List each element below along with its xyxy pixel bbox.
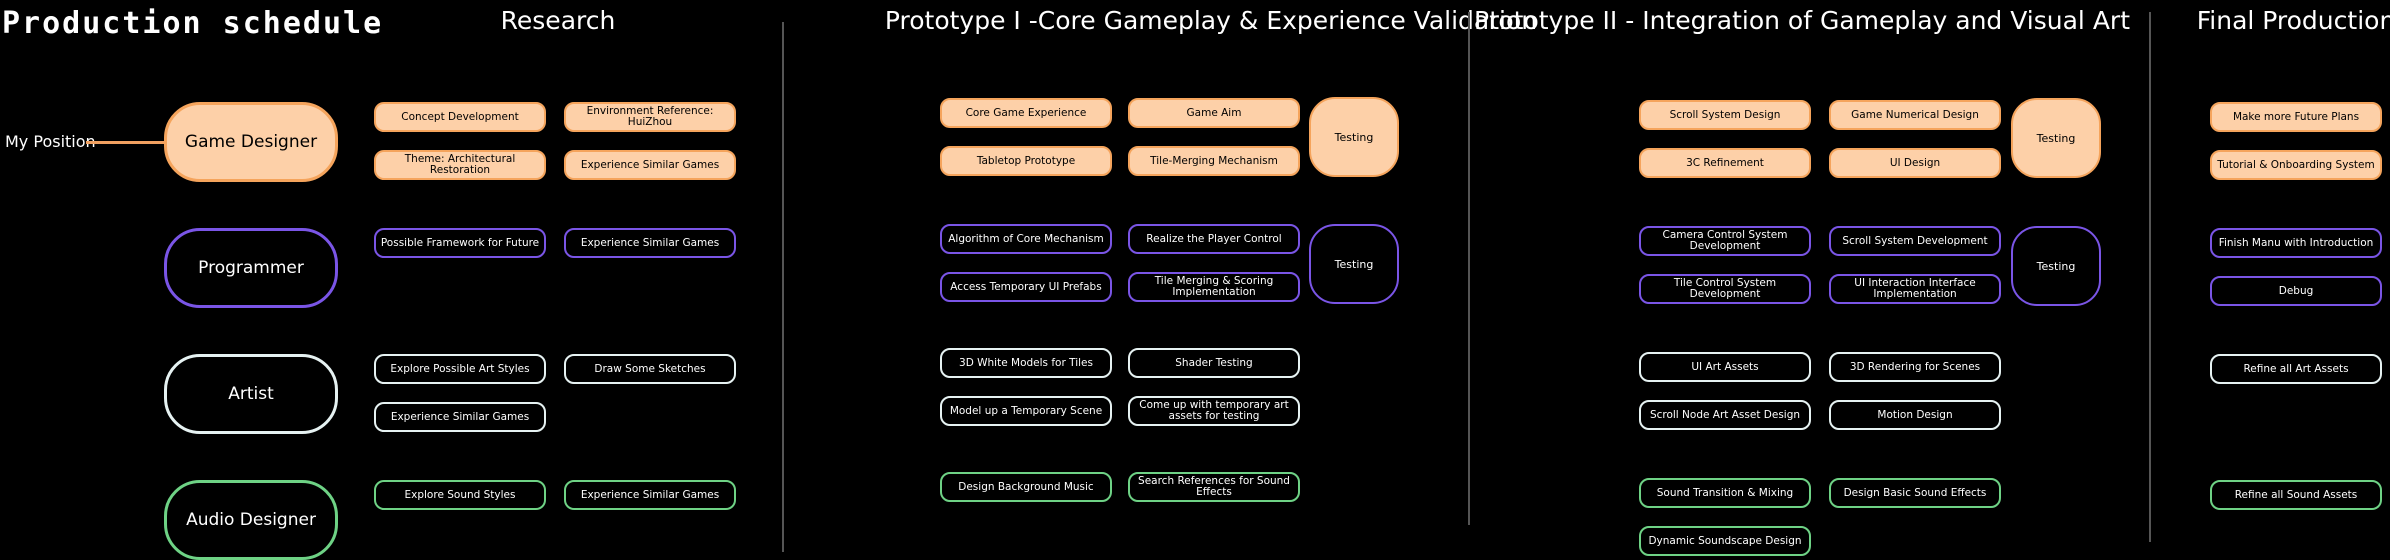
task-ui-art-assets: UI Art Assets — [1639, 352, 1811, 382]
task-tabletop-prototype: Tabletop Prototype — [940, 146, 1112, 176]
task-theme-architectural-restoration: Theme: Architectural Restoration — [374, 150, 546, 180]
task-design-basic-sound-effects: Design Basic Sound Effects — [1829, 478, 2001, 508]
task-experience-similar-games: Experience Similar Games — [564, 228, 736, 258]
task-access-temporary-ui-prefabs: Access Temporary UI Prefabs — [940, 272, 1112, 302]
phase-divider — [1468, 12, 1470, 525]
task-explore-art-styles: Explore Possible Art Styles — [374, 354, 546, 384]
task-ui-interaction-interface: UI Interaction Interface Implementation — [1829, 274, 2001, 304]
task-game-numerical-design: Game Numerical Design — [1829, 100, 2001, 130]
task-scroll-system-design: Scroll System Design — [1639, 100, 1811, 130]
task-camera-control-system: Camera Control System Development — [1639, 226, 1811, 256]
role-programmer: Programmer — [164, 228, 338, 308]
task-draw-sketches: Draw Some Sketches — [564, 354, 736, 384]
page-title: Production schedule — [2, 6, 384, 41]
task-possible-framework: Possible Framework for Future — [374, 228, 546, 258]
task-explore-sound-styles: Explore Sound Styles — [374, 480, 546, 510]
task-algorithm-core-mechanism: Algorithm of Core Mechanism — [940, 224, 1112, 254]
task-experience-similar-games: Experience Similar Games — [374, 402, 546, 432]
task-game-aim: Game Aim — [1128, 98, 1300, 128]
phase-title-prototype-1: Prototype I -Core Gameplay & Experience … — [884, 6, 1538, 35]
phase-divider — [2149, 12, 2151, 542]
task-3d-rendering-scenes: 3D Rendering for Scenes — [1829, 352, 2001, 382]
task-tile-control-system: Tile Control System Development — [1639, 274, 1811, 304]
task-scroll-node-art-asset: Scroll Node Art Asset Design — [1639, 400, 1811, 430]
task-3d-white-models: 3D White Models for Tiles — [940, 348, 1112, 378]
task-tutorial-onboarding: Tutorial & Onboarding System — [2210, 150, 2382, 180]
task-3c-refinement: 3C Refinement — [1639, 148, 1811, 178]
task-core-game-experience: Core Game Experience — [940, 98, 1112, 128]
task-refine-sound-assets: Refine all Sound Assets — [2210, 480, 2382, 510]
task-sound-transition-mixing: Sound Transition & Mixing — [1639, 478, 1811, 508]
phase-title-research: Research — [500, 6, 616, 35]
task-refine-art-assets: Refine all Art Assets — [2210, 354, 2382, 384]
role-game-designer: Game Designer — [164, 102, 338, 182]
task-tile-merging-scoring: Tile Merging & Scoring Implementation — [1128, 272, 1300, 302]
task-future-plans: Make more Future Plans — [2210, 102, 2382, 132]
task-shader-testing: Shader Testing — [1128, 348, 1300, 378]
task-realize-player-control: Realize the Player Control — [1128, 224, 1300, 254]
testing-node: Testing — [2011, 98, 2101, 178]
task-environment-reference: Environment Reference: HuiZhou — [564, 102, 736, 132]
testing-node: Testing — [1309, 97, 1399, 177]
task-concept-development: Concept Development — [374, 102, 546, 132]
task-finish-menu-introduction: Finish Manu with Introduction — [2210, 228, 2382, 258]
my-position-label: My Position — [5, 132, 96, 151]
role-artist: Artist — [164, 354, 338, 434]
task-motion-design: Motion Design — [1829, 400, 2001, 430]
task-tile-merging-mechanism: Tile-Merging Mechanism — [1128, 146, 1300, 176]
task-ui-design: UI Design — [1829, 148, 2001, 178]
task-search-sound-effect-references: Search References for Sound Effects — [1128, 472, 1300, 502]
phase-divider — [782, 22, 784, 552]
task-debug: Debug — [2210, 276, 2382, 306]
task-model-temporary-scene: Model up a Temporary Scene — [940, 396, 1112, 426]
phase-title-final: Final Production — [2196, 6, 2390, 35]
task-design-background-music: Design Background Music — [940, 472, 1112, 502]
task-scroll-system-development: Scroll System Development — [1829, 226, 2001, 256]
task-experience-similar-games: Experience Similar Games — [564, 480, 736, 510]
role-audio-designer: Audio Designer — [164, 480, 338, 560]
testing-node: Testing — [2011, 226, 2101, 306]
my-position-connector — [86, 141, 164, 144]
task-dynamic-soundscape-design: Dynamic Soundscape Design — [1639, 526, 1811, 556]
task-temporary-art-assets: Come up with temporary art assets for te… — [1128, 396, 1300, 426]
testing-node: Testing — [1309, 224, 1399, 304]
task-experience-similar-games: Experience Similar Games — [564, 150, 736, 180]
phase-title-prototype-2: Prototype II - Integration of Gameplay a… — [1473, 6, 2131, 35]
